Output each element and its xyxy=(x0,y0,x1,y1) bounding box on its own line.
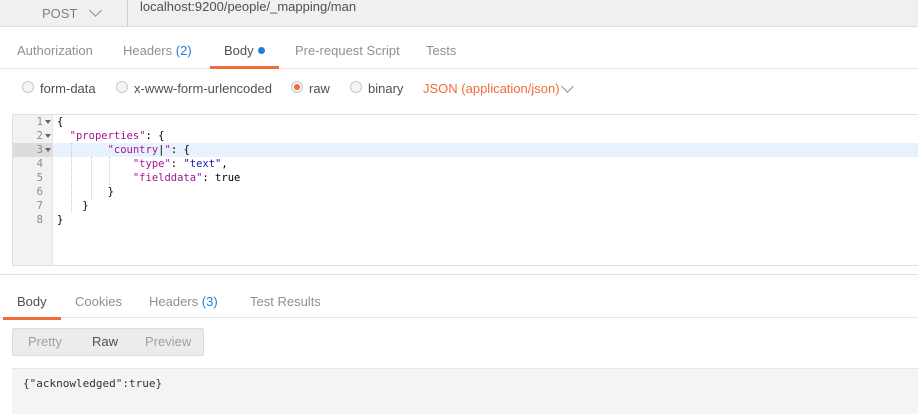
code-editor[interactable]: 1 2 3 4 5 6 7 8 { "properties": { "count… xyxy=(12,114,918,266)
tab-headers[interactable]: Headers (2) xyxy=(123,38,192,68)
tab-label: Test Results xyxy=(250,294,321,309)
tab-label: Headers xyxy=(123,43,173,58)
code-line: "country|": { xyxy=(107,144,190,156)
tab-test-results[interactable]: Test Results xyxy=(250,289,321,319)
line-number: 1 xyxy=(36,116,43,128)
content-type-select[interactable]: JSON (application/json) xyxy=(423,81,560,96)
method-label: POST xyxy=(42,5,78,21)
code-line: { xyxy=(57,116,64,128)
view-mode-group: Pretty Raw Preview xyxy=(12,328,204,356)
tab-label: Tests xyxy=(426,43,457,58)
code-line: "type": "text", xyxy=(132,158,228,170)
chevron-down-icon[interactable] xyxy=(561,80,574,93)
tab-cookies[interactable]: Cookies xyxy=(75,289,122,319)
tab-label: Headers xyxy=(149,294,199,309)
code-line: } xyxy=(57,200,89,212)
line-number: 7 xyxy=(36,200,43,212)
divider xyxy=(0,274,918,275)
fold-arrow-icon[interactable] xyxy=(45,148,51,152)
method-select[interactable]: POST xyxy=(0,0,128,26)
line-number: 4 xyxy=(36,158,43,170)
radio-label-form-data[interactable]: form-data xyxy=(40,81,96,96)
headers-count: (3) xyxy=(201,294,218,309)
response-body[interactable]: {"acknowledged":true} xyxy=(12,368,918,414)
line-number: 8 xyxy=(36,214,43,226)
tab-label: Body xyxy=(224,43,254,58)
tab-body[interactable]: Body xyxy=(210,38,279,69)
tab-label: Pre-request Script xyxy=(295,43,400,58)
tab-label: Cookies xyxy=(75,294,122,309)
line-number: 3 xyxy=(36,144,43,156)
tab-pre-request-script[interactable]: Pre-request Script xyxy=(295,38,400,68)
radio-binary[interactable] xyxy=(350,81,362,93)
code-line: "fielddata": true xyxy=(132,172,241,184)
fold-arrow-icon[interactable] xyxy=(45,134,51,138)
tab-response-headers[interactable]: Headers (3) xyxy=(149,289,218,319)
tab-tests[interactable]: Tests xyxy=(426,38,456,68)
response-tabs: Body Cookies Headers (3) Test Results xyxy=(0,289,918,320)
url-input[interactable]: localhost:9200/people/_mapping/man xyxy=(140,0,356,14)
chevron-down-icon xyxy=(89,4,103,17)
radio-raw[interactable] xyxy=(291,81,303,93)
response-text: {"acknowledged":true} xyxy=(23,377,163,390)
raw-button[interactable]: Raw xyxy=(92,329,118,355)
radio-label-urlencoded[interactable]: x-www-form-urlencoded xyxy=(134,81,272,96)
tab-authorization[interactable]: Authorization xyxy=(17,38,93,68)
url-bar: POST localhost:9200/people/_mapping/man xyxy=(0,0,918,27)
radio-form-data[interactable] xyxy=(22,81,34,93)
pretty-button[interactable]: Pretty xyxy=(28,329,62,355)
line-number: 5 xyxy=(36,172,43,184)
preview-button[interactable]: Preview xyxy=(145,329,191,355)
line-number: 6 xyxy=(36,186,43,198)
code-line: } xyxy=(57,214,64,226)
tab-response-body[interactable]: Body xyxy=(3,289,61,320)
modified-dot-icon xyxy=(257,47,265,54)
body-mode-selector: form-data x-www-form-urlencoded raw bina… xyxy=(0,78,918,100)
line-number: 2 xyxy=(36,130,43,142)
radio-label-raw[interactable]: raw xyxy=(309,81,330,96)
tab-label: Authorization xyxy=(17,43,93,58)
tab-label: Body xyxy=(17,294,47,309)
code-line: "properties": { xyxy=(69,130,165,142)
radio-label-binary[interactable]: binary xyxy=(368,81,403,96)
fold-arrow-icon[interactable] xyxy=(45,120,51,124)
radio-urlencoded[interactable] xyxy=(116,81,128,93)
request-tabs: Authorization Headers (2) Body Pre-reque… xyxy=(0,38,918,69)
code-line: } xyxy=(57,186,114,198)
headers-count: (2) xyxy=(175,43,192,58)
